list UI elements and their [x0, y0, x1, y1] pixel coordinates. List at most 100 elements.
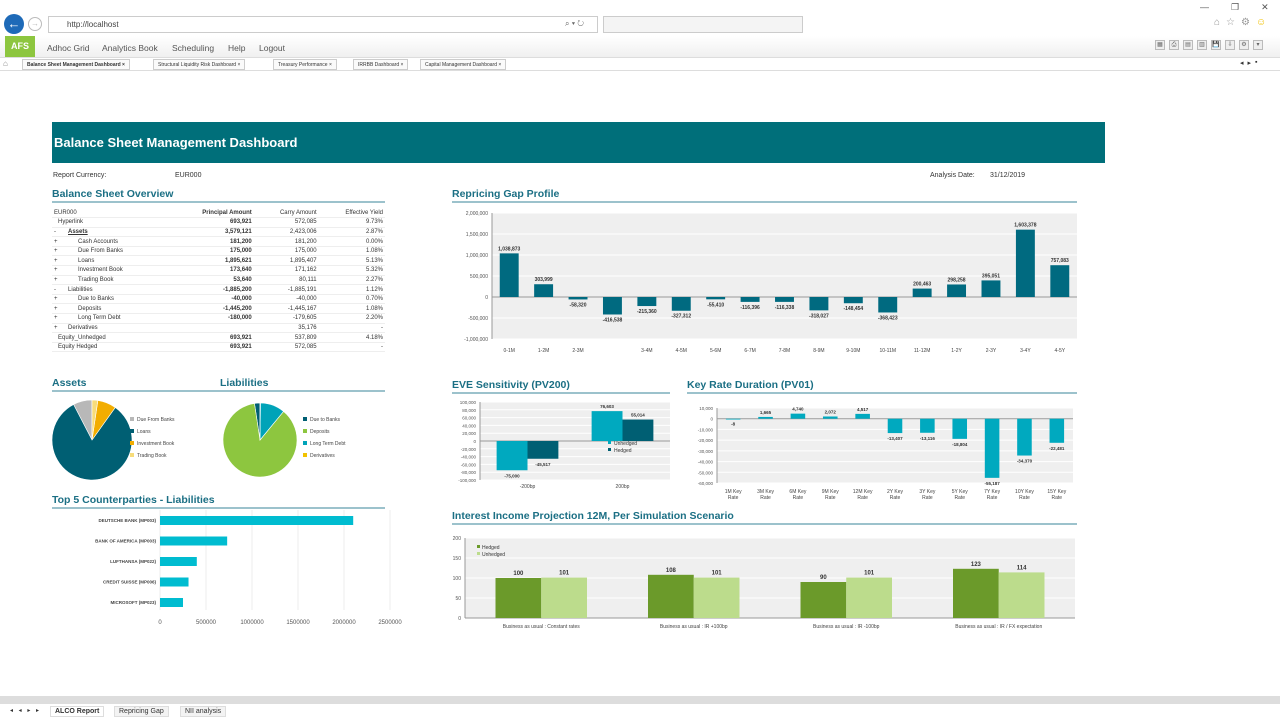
- bar: [775, 297, 794, 302]
- data-label: 101: [864, 571, 875, 577]
- table-row: + Long Term Debt -180,000 -179,605 2.20%: [52, 313, 385, 324]
- sheet-nav-icons[interactable]: ◂ ◂ ▸ ▸: [10, 707, 41, 714]
- eve-chart: 100,000 80,000 60,000 40,000 20,000 0 -20,000 -…: [458, 400, 670, 490]
- menu-help[interactable]: Help: [228, 43, 245, 53]
- x-tick-label: Business as usual : IR / FX expectation: [955, 624, 1042, 630]
- y-tick-label: 1,000,000: [466, 253, 488, 259]
- expand-toggle[interactable]: +: [54, 248, 78, 254]
- value-cell: 572,085: [253, 342, 319, 353]
- expand-toggle[interactable]: -: [54, 229, 68, 235]
- sheet-tab-alco[interactable]: ALCO Report: [50, 706, 105, 717]
- value-cell: 9.73%: [318, 217, 385, 228]
- y-tick-label: -1,000,000: [464, 337, 488, 343]
- overview-title: Balance Sheet Overview: [52, 188, 385, 203]
- address-bar[interactable]: http://localhost: [48, 16, 598, 33]
- sheet-tab-nii[interactable]: NII analysis: [180, 706, 227, 717]
- horizontal-scrollbar[interactable]: [0, 696, 1280, 704]
- bar: [878, 297, 898, 313]
- data-label: 100: [513, 571, 524, 577]
- tab-treasury-performance[interactable]: Treasury Performance ×: [273, 59, 337, 70]
- value-cell: 693,921: [168, 217, 254, 228]
- x-tick-label: Rate: [760, 495, 771, 501]
- x-tick-label: Rate: [793, 495, 804, 501]
- sheet-tab-repricing[interactable]: Repricing Gap: [114, 706, 169, 717]
- smiley-icon[interactable]: ☺: [1256, 17, 1266, 28]
- home-icon[interactable]: ⌂: [1214, 17, 1220, 28]
- expand-toggle[interactable]: -: [54, 287, 68, 293]
- toolbar-button-5[interactable]: ⇩: [1225, 40, 1235, 50]
- y-tick-label: 80,000: [462, 408, 476, 413]
- row-label-cell: - Liabilities: [52, 284, 169, 295]
- x-tick-label: Rate: [1052, 495, 1063, 501]
- tab-menu-icon[interactable]: ▪: [1255, 59, 1257, 67]
- value-cell: 0.00%: [318, 236, 385, 247]
- bar: [648, 574, 694, 618]
- search-refresh-icons[interactable]: ⌕ ▾ ↻: [565, 19, 584, 29]
- close-icon[interactable]: ✕: [1261, 2, 1269, 13]
- row-label-cell: Equity_Unhedged: [52, 332, 169, 343]
- tab-prev-icon[interactable]: ◂: [1240, 59, 1244, 67]
- currency-value: EUR000: [175, 172, 202, 179]
- bar: [809, 297, 829, 311]
- data-label: 1,603,378: [1014, 223, 1036, 229]
- toolbar-button-0[interactable]: ▦: [1155, 40, 1165, 50]
- tab-structural-liquidity[interactable]: Structural Liquidity Risk Dashboard ×: [153, 59, 246, 70]
- x-tick-label: 1000000: [240, 620, 264, 626]
- restore-icon[interactable]: ❐: [1231, 2, 1239, 13]
- row-label-cell: + Derivatives: [52, 323, 169, 334]
- bar: [1049, 418, 1065, 443]
- toolbar-button-3[interactable]: ▥: [1197, 40, 1207, 50]
- value-cell: 693,921: [168, 342, 254, 353]
- row-label: Hyperlink: [58, 219, 84, 226]
- column-header: EUR000: [52, 208, 169, 219]
- data-label: -116,396: [740, 305, 760, 311]
- value-cell: 175,000: [253, 246, 319, 257]
- bar: [920, 418, 935, 433]
- y-tick-label: 500,000: [470, 274, 488, 280]
- expand-toggle[interactable]: +: [54, 306, 78, 312]
- toolbar-button-6[interactable]: ⚙: [1239, 40, 1249, 50]
- expand-toggle[interactable]: +: [54, 277, 78, 283]
- expand-toggle[interactable]: +: [54, 315, 78, 321]
- bar: [496, 441, 528, 471]
- minimize-icon[interactable]: —: [1200, 2, 1209, 13]
- bar: [693, 577, 740, 618]
- menu-adhoc-grid[interactable]: Adhoc Grid: [47, 43, 90, 53]
- tabs-home-icon[interactable]: ⌂: [3, 59, 8, 68]
- toolbar-button-7[interactable]: ▾: [1253, 40, 1263, 50]
- legend-label: Due to Banks: [310, 417, 341, 423]
- value-cell: 53,640: [168, 275, 254, 286]
- tab-next-icon[interactable]: ▸: [1248, 59, 1252, 67]
- expand-toggle[interactable]: +: [54, 267, 78, 273]
- x-tick-label: 6-7M: [744, 348, 755, 354]
- tab-capital-management[interactable]: Capital Management Dashboard ×: [420, 59, 507, 70]
- toolbar-button-1[interactable]: ⎙: [1169, 40, 1179, 50]
- toolbar-button-2[interactable]: ▤: [1183, 40, 1193, 50]
- expand-toggle[interactable]: +: [54, 239, 78, 245]
- toolbar-button-4[interactable]: 💾: [1211, 40, 1221, 50]
- data-label: -22,481: [1049, 446, 1065, 451]
- back-button[interactable]: ←: [4, 14, 24, 34]
- expand-toggle[interactable]: +: [54, 296, 78, 302]
- tab-balance-sheet[interactable]: Balance Sheet Management Dashboard ×: [22, 59, 130, 70]
- menu-scheduling[interactable]: Scheduling: [172, 43, 214, 53]
- bar: [534, 284, 554, 297]
- browser-tab[interactable]: [603, 16, 803, 33]
- favorites-icon[interactable]: ☆: [1226, 17, 1235, 28]
- expand-toggle[interactable]: +: [54, 258, 78, 264]
- x-tick-label: 1500000: [286, 620, 310, 626]
- data-label: 55,014: [631, 413, 645, 418]
- menu-analytics-book[interactable]: Analytics Book: [102, 43, 158, 53]
- data-label: 114: [1017, 565, 1027, 571]
- tab-irrbb[interactable]: IRRBB Dashboard ×: [353, 59, 409, 70]
- y-tick-label: 100: [453, 576, 462, 582]
- legend-label: Deposits: [310, 429, 330, 435]
- row-label: Loans: [78, 257, 95, 264]
- expand-toggle[interactable]: +: [54, 325, 68, 331]
- settings-icon[interactable]: ⚙: [1241, 17, 1250, 28]
- menu-logout[interactable]: Logout: [259, 43, 285, 53]
- nii-title: Interest Income Projection 12M, Per Simu…: [452, 510, 1077, 525]
- krd-title: Key Rate Duration (PV01): [687, 379, 1077, 394]
- forward-button[interactable]: →: [28, 17, 42, 31]
- legend-label: Due From Banks: [137, 417, 175, 423]
